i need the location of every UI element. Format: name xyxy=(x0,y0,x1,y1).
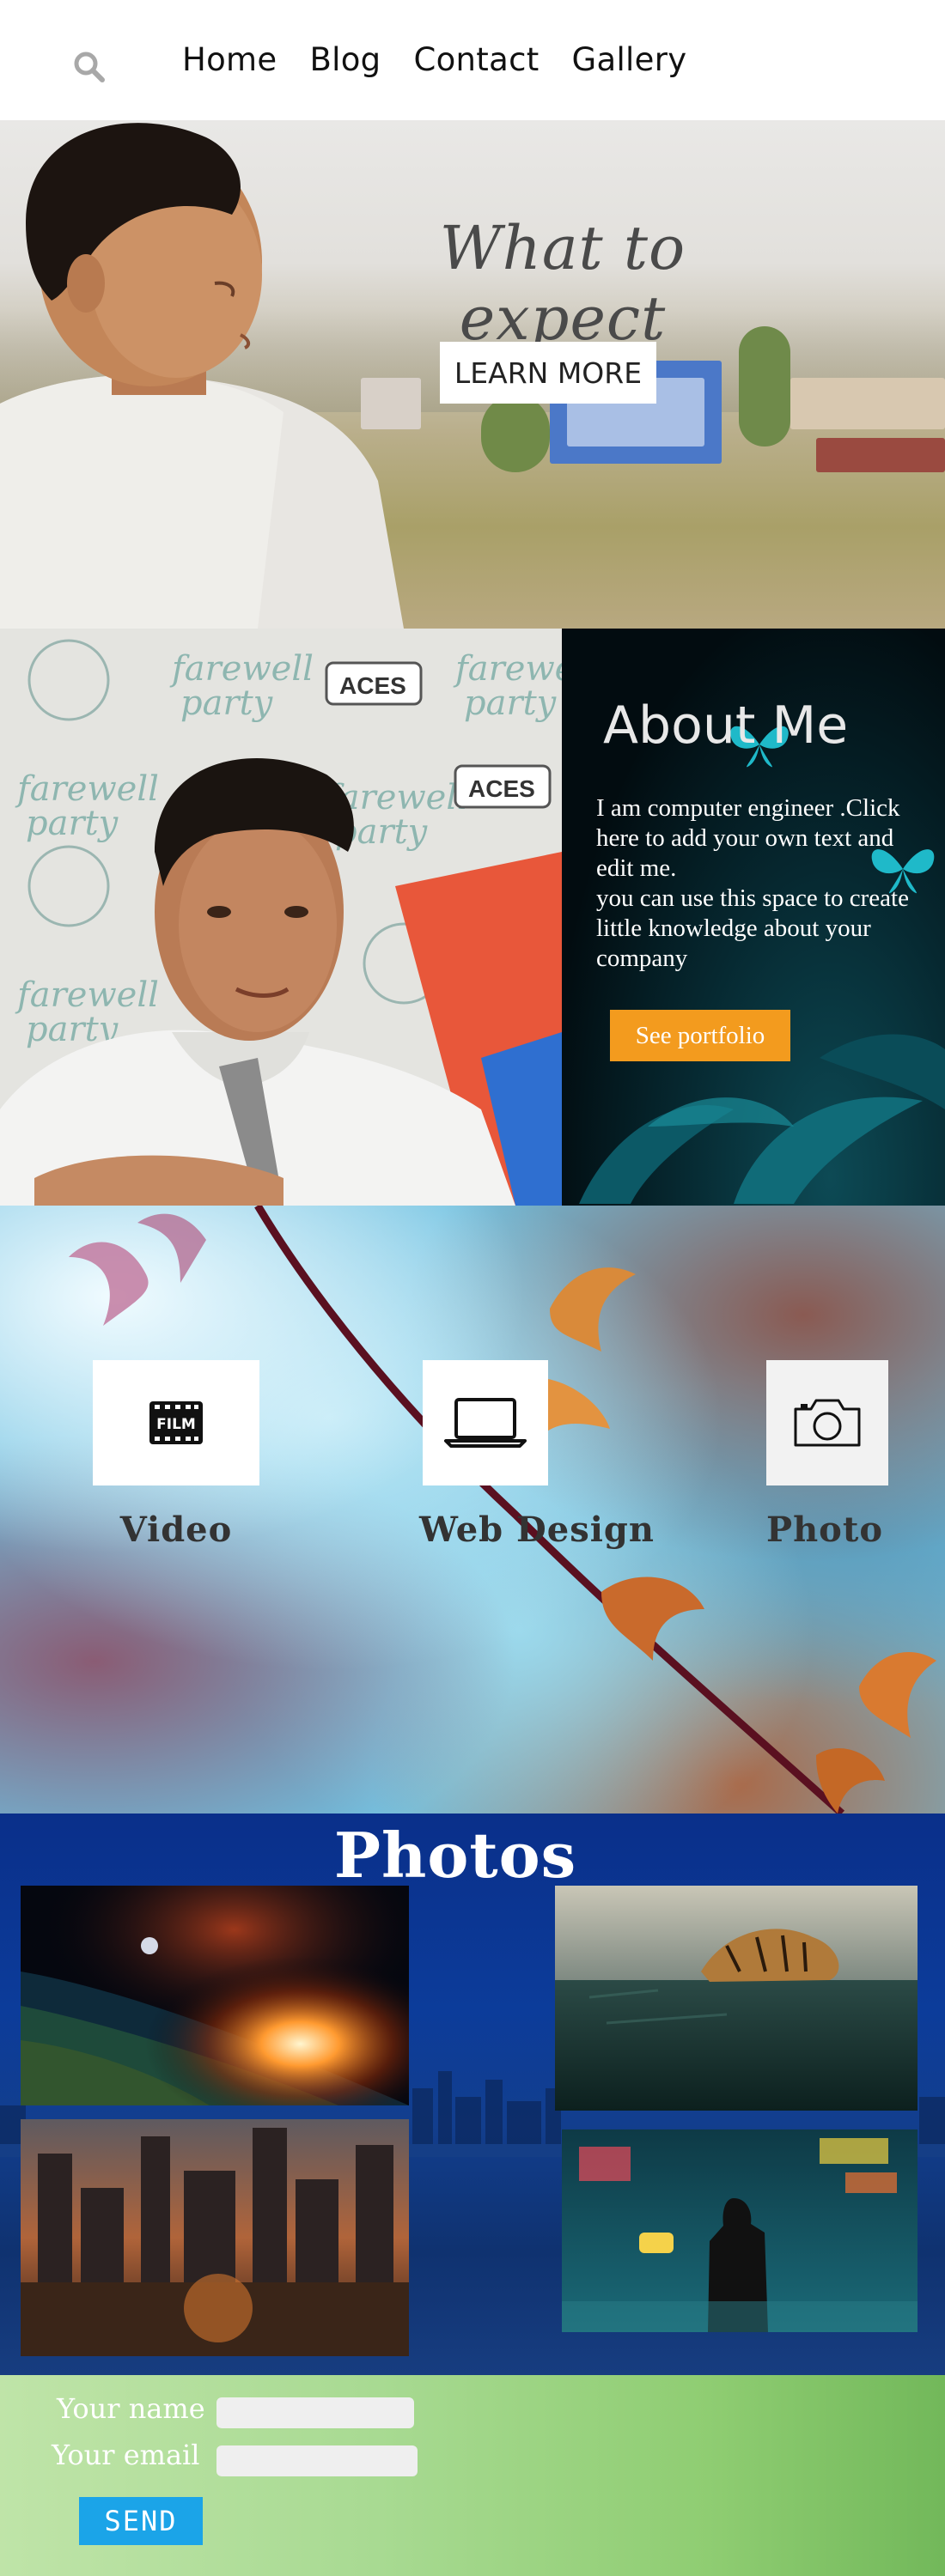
about-text-line: here to add your own text and xyxy=(596,824,894,852)
svg-text:party: party xyxy=(26,804,119,843)
hero-banner: What to expect LEARN MORE xyxy=(0,120,945,629)
photo-rainy-street[interactable] xyxy=(562,2129,918,2332)
nav-blog[interactable]: Blog xyxy=(309,41,381,78)
planet-sunrise-image xyxy=(21,1886,409,2105)
photo-service-button[interactable] xyxy=(766,1360,888,1485)
learn-more-button[interactable]: LEARN MORE xyxy=(440,342,656,404)
hero-background-roof xyxy=(816,438,945,472)
photo-ruined-city[interactable] xyxy=(21,2119,409,2356)
svg-text:FILM: FILM xyxy=(156,1416,196,1433)
laptop-icon xyxy=(444,1398,527,1448)
nav-contact[interactable]: Contact xyxy=(413,41,539,78)
about-panel: About Me I am computer engineer .Click h… xyxy=(562,629,945,1206)
hero-title: What to expect xyxy=(439,213,686,354)
about-text-line: you can use this space to create xyxy=(596,884,909,912)
web-design-service-label: Web Design xyxy=(419,1510,655,1550)
services-section: FILM Video Web Design Photo xyxy=(0,1206,945,1814)
see-portfolio-button[interactable]: See portfolio xyxy=(610,1010,790,1061)
hero-background-building xyxy=(790,378,945,429)
about-text-line: I am computer engineer .Click xyxy=(596,794,900,822)
email-label: Your email xyxy=(52,2439,200,2471)
send-button[interactable]: SEND xyxy=(79,2497,203,2545)
leaf-background xyxy=(579,1034,945,1204)
photo-service-label: Photo xyxy=(766,1510,883,1550)
about-text-line: little knowledge about your xyxy=(596,914,871,942)
email-input[interactable] xyxy=(216,2445,418,2476)
svg-text:party: party xyxy=(464,683,558,723)
nav-gallery[interactable]: Gallery xyxy=(572,41,687,78)
tiger-sea-image xyxy=(555,1886,918,2111)
about-photo: farewellparty farewellparty farewellpart… xyxy=(0,629,562,1206)
photo-planet-sunrise[interactable] xyxy=(21,1886,409,2105)
about-text: I am computer engineer .Click here to ad… xyxy=(596,793,940,974)
camera-icon xyxy=(794,1399,861,1447)
video-service-button[interactable]: FILM xyxy=(93,1360,259,1485)
film-icon: FILM xyxy=(149,1401,203,1444)
photos-section: Photos xyxy=(0,1814,945,2375)
nav-links: Home Blog Contact Gallery xyxy=(182,41,686,78)
photos-title: Photos xyxy=(333,1819,577,1892)
name-input[interactable] xyxy=(216,2397,414,2428)
ruined-city-image xyxy=(21,2119,409,2356)
video-service-label: Video xyxy=(119,1510,233,1550)
about-text-line: edit me. xyxy=(596,854,677,882)
about-portrait-image: farewellparty farewellparty farewellpart… xyxy=(0,629,562,1206)
svg-text:ACES: ACES xyxy=(339,672,406,699)
svg-text:party: party xyxy=(180,683,274,723)
svg-text:ACES: ACES xyxy=(468,775,535,802)
contact-form: Your name Your email SEND xyxy=(0,2375,945,2576)
hero-portrait-image xyxy=(0,123,404,629)
hero-background-tree xyxy=(481,395,550,472)
web-design-service-button[interactable] xyxy=(423,1360,548,1485)
search-icon[interactable] xyxy=(72,50,107,84)
nav-home[interactable]: Home xyxy=(182,41,277,78)
about-title: About Me xyxy=(603,696,849,756)
rainy-street-image xyxy=(562,2129,918,2332)
about-text-line: company xyxy=(596,945,688,972)
name-label: Your name xyxy=(57,2392,205,2425)
top-nav: Home Blog Contact Gallery xyxy=(0,0,945,120)
photo-tiger-sea[interactable] xyxy=(555,1886,918,2111)
